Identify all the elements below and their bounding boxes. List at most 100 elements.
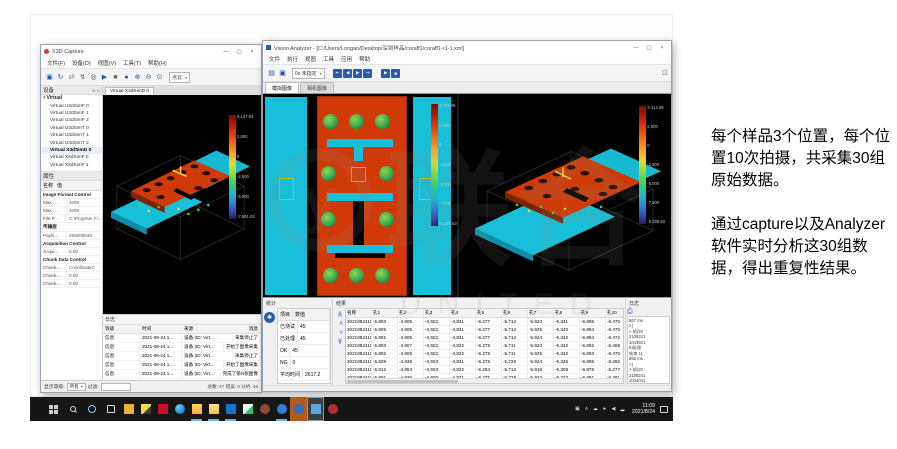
table-row[interactable]: 20210824110441990-5.801-4.905-4.602-4.83… bbox=[346, 334, 624, 342]
taskbar-app-icon[interactable] bbox=[137, 397, 154, 421]
panel-buttons-icon[interactable]: ⊞ ⊟ bbox=[92, 88, 100, 93]
property-row[interactable]: Chunk... 0.00 bbox=[41, 272, 102, 280]
menu-item[interactable]: 文件 bbox=[266, 54, 283, 64]
maximize-button[interactable]: ▢ bbox=[643, 42, 655, 53]
taskbar-app-icon[interactable] bbox=[290, 397, 307, 421]
property-value[interactable]: 256000040 bbox=[67, 232, 102, 239]
property-row[interactable]: Acqui... 5.00 bbox=[41, 248, 102, 256]
menu-item[interactable]: 视图(V) bbox=[95, 58, 119, 68]
snapshot-icon[interactable]: ⊡ bbox=[662, 69, 668, 77]
scrollbar-thumb[interactable] bbox=[347, 380, 458, 383]
row-nav-button[interactable]: > bbox=[336, 330, 342, 334]
taskbar-app-icon[interactable] bbox=[222, 397, 239, 421]
capture-titlebar[interactable]: X3D Capture — ▢ × bbox=[41, 45, 261, 58]
table-row[interactable]: 20210824110439219-5.803-4.905-4.602-4.83… bbox=[346, 318, 624, 326]
log-row[interactable]: 信息2021-08-24 1...设备 (ID: Virt...完成了第N张图像 bbox=[103, 370, 261, 379]
minimize-button[interactable]: — bbox=[630, 42, 642, 53]
property-row[interactable]: Max ... 4000 bbox=[41, 207, 102, 215]
toolbar-icon[interactable]: ■ bbox=[110, 71, 121, 84]
close-button[interactable]: × bbox=[656, 42, 668, 53]
taskbar-app-icon[interactable] bbox=[154, 397, 171, 421]
resize-grip[interactable]: ⋰ bbox=[666, 386, 670, 391]
table-row[interactable]: 20210824110440411-5.805-4.905-4.602-4.83… bbox=[346, 326, 624, 334]
property-row[interactable]: 传输层 bbox=[41, 223, 102, 232]
results-column-header[interactable]: 孔5 bbox=[476, 309, 502, 317]
menu-item[interactable]: 帮助 bbox=[356, 54, 373, 64]
close-button[interactable]: × bbox=[246, 46, 258, 57]
run-stop-button[interactable]: ■ bbox=[391, 69, 400, 78]
results-column-header[interactable]: 孔2 bbox=[398, 309, 424, 317]
log-column-header[interactable]: 时间 bbox=[140, 325, 182, 333]
analyzer-log-output[interactable]: 867 ms>]> 帧(20210824110439219)处理结束 11856… bbox=[627, 316, 670, 384]
results-column-header[interactable]: 孔3 bbox=[424, 309, 450, 317]
property-value[interactable] bbox=[101, 223, 102, 231]
maximize-button[interactable]: ▢ bbox=[233, 46, 245, 57]
property-row[interactable]: Max ... 4000 bbox=[41, 199, 102, 207]
device-tree-item[interactable]: Virtual U3dSimT 1 bbox=[41, 132, 102, 139]
table-row[interactable]: 20210824110445279-5.829-4.935-4.603-4.83… bbox=[346, 358, 624, 366]
property-row[interactable]: File P... C:\Program Fi... bbox=[41, 215, 102, 223]
iso-view-3d-viewport[interactable]: 3,412.992,5000-2,500-5,000-7,500-9,288.6… bbox=[459, 94, 671, 297]
playback-button[interactable]: ⇤ bbox=[333, 69, 342, 78]
doc-tab[interactable]: 模拟图像 bbox=[265, 82, 299, 93]
device-tree-item[interactable]: Virtual U3dSimF 1 bbox=[41, 110, 102, 117]
results-column-header[interactable]: 孔4 bbox=[450, 309, 476, 317]
toolbar-icon[interactable]: ◎ bbox=[88, 71, 99, 84]
taskbar-app-icon[interactable] bbox=[205, 397, 222, 421]
cortana-icon[interactable] bbox=[82, 397, 101, 421]
property-row[interactable]: Chunk Data Control bbox=[41, 256, 102, 264]
start-button[interactable] bbox=[44, 397, 63, 421]
device-tree-item[interactable]: Virtual X3dSimF 0 bbox=[41, 154, 102, 161]
search-icon[interactable] bbox=[63, 397, 82, 421]
property-row[interactable]: Chunk... 0.00 bbox=[41, 280, 102, 288]
playback-button[interactable]: ◀ bbox=[343, 69, 352, 78]
notification-icon[interactable] bbox=[660, 406, 668, 413]
file-toolbar-icon[interactable]: ▣ bbox=[277, 67, 288, 80]
property-value[interactable]: 4000 bbox=[67, 207, 102, 214]
toolbar-icon[interactable]: ● bbox=[121, 71, 132, 84]
property-row[interactable]: Paylo... 256000040 bbox=[41, 232, 102, 240]
row-nav-button[interactable]: ≪ bbox=[337, 311, 343, 317]
property-row[interactable]: Chunk... CoordinateC bbox=[41, 264, 102, 272]
table-row[interactable]: 20210824110444018-5.802-4.906-4.602-4.83… bbox=[346, 350, 624, 358]
analyzer-titlebar[interactable]: Vision Analyzer - [C:/Users/Longan/Deskt… bbox=[263, 41, 671, 54]
toolbar-icon[interactable]: ↻ bbox=[55, 71, 66, 84]
property-value[interactable]: 0.00 bbox=[67, 272, 102, 279]
log-column-header[interactable]: 消息 bbox=[247, 325, 261, 333]
results-column-header[interactable]: 名称 bbox=[346, 309, 372, 317]
log-filter-input[interactable] bbox=[101, 383, 131, 391]
capture-3d-viewport[interactable]: 6,137.932,5000-2,500-5,000-7,561.03 bbox=[103, 95, 261, 314]
menu-item[interactable]: 帮助(H) bbox=[145, 58, 170, 68]
log-row[interactable]: 信息2021-08-24 1...设备 (ID: Virt...开始了图像采集 bbox=[103, 361, 261, 370]
tray-icon[interactable]: ∧ bbox=[582, 406, 591, 412]
device-tree-item[interactable]: Virtual X3dSimF 1 bbox=[41, 162, 102, 169]
tray-icon[interactable]: ▣ bbox=[573, 406, 582, 412]
tree-expander-icon[interactable]: ▾ bbox=[43, 95, 46, 101]
row-nav-button[interactable]: ≫ bbox=[337, 338, 343, 344]
property-value[interactable] bbox=[101, 191, 102, 198]
results-column-header[interactable]: 孔1 bbox=[372, 309, 398, 317]
taskbar-app-icon[interactable] bbox=[273, 397, 290, 421]
property-value[interactable] bbox=[101, 256, 102, 263]
results-column-header[interactable]: 孔10 bbox=[606, 309, 624, 317]
property-row[interactable]: Acquisition Control bbox=[41, 240, 102, 248]
property-value[interactable]: 5.00 bbox=[67, 248, 102, 255]
table-row[interactable]: 20210824110442886-5.803-4.907-4.602-4.83… bbox=[346, 342, 624, 350]
property-value[interactable]: C:\Program Fi... bbox=[67, 215, 102, 222]
taskbar-app-icon[interactable] bbox=[239, 397, 256, 421]
log-row[interactable]: 信息2021-08-24 1...设备 (ID: Virt...采集停止了 bbox=[103, 334, 261, 343]
log-column-header[interactable]: 等级 bbox=[103, 325, 140, 333]
results-column-header[interactable]: 孔7 bbox=[528, 309, 554, 317]
run-stop-button[interactable]: ▶ bbox=[381, 69, 390, 78]
toolbar-icon[interactable]: ▶ bbox=[99, 71, 110, 84]
top-view-3d-viewport[interactable]: 3,472.992,5000-2,500-5,000-7,500-9,288.6… bbox=[263, 94, 459, 297]
property-value[interactable]: 0.00 bbox=[67, 280, 102, 287]
tray-icon[interactable]: ◀ bbox=[609, 406, 618, 412]
minimize-button[interactable]: — bbox=[220, 46, 232, 57]
log-row[interactable]: 信息2021-08-24 1...设备 (ID: Virt...采集停止了 bbox=[103, 352, 261, 361]
playback-button[interactable]: ▶ bbox=[353, 69, 362, 78]
doc-tab[interactable]: 相机图像 bbox=[300, 82, 334, 93]
taskbar-app-icon[interactable] bbox=[307, 397, 324, 421]
printer-icon[interactable]: ⎙ bbox=[627, 308, 670, 316]
taskbar-app-icon[interactable] bbox=[324, 397, 341, 421]
